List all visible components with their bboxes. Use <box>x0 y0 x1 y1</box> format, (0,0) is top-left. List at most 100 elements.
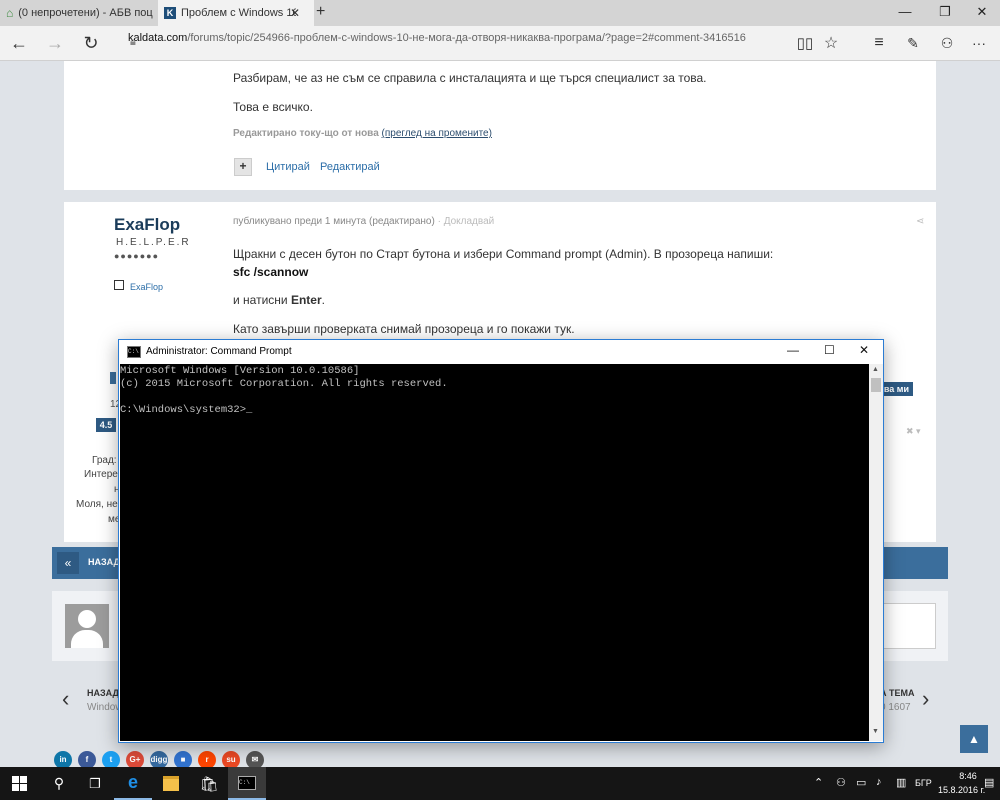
reply-editor[interactable] <box>880 603 936 649</box>
cmd-scrollbar[interactable]: ▲ ▼ <box>869 364 883 741</box>
share-post-icon[interactable]: ⋖ <box>916 216 924 227</box>
cmd-app-icon: C:\ <box>127 346 141 358</box>
browser-tab-bar: ⌂ (0 непрочетени) - АБВ поц K Проблем с … <box>0 0 1000 26</box>
post-text-line: Като завърши проверката снимай прозореца… <box>233 322 575 336</box>
enter-suffix: . <box>321 293 325 307</box>
plus-reaction-button[interactable]: + <box>234 158 252 176</box>
input-language[interactable]: БГР <box>915 778 932 788</box>
people-icon[interactable]: ⚇ <box>836 776 846 789</box>
author-please-note: Моля, не <box>76 499 118 510</box>
cmd-taskbar-icon[interactable]: C:\ <box>228 767 266 800</box>
clock-date[interactable]: 15.8.2016 г. <box>938 785 985 795</box>
linkedin-icon[interactable]: in <box>54 751 72 767</box>
first-page-icon[interactable]: « <box>57 552 79 574</box>
console-line: Microsoft Windows [Version 10.0.10586] <box>120 365 360 377</box>
network-icon[interactable]: ▥ <box>896 776 906 789</box>
store-icon[interactable]: 🛍︎ <box>190 767 228 800</box>
post-text-line: Това е всичко. <box>233 100 313 114</box>
cmd-minimize-icon[interactable]: — <box>787 343 799 357</box>
reading-view-icon[interactable]: ▯▯ <box>792 30 818 56</box>
command-prompt-window[interactable]: C:\ Administrator: Command Prompt — ☐ ✕ … <box>118 339 884 743</box>
next-topic-chevron-icon[interactable]: › <box>922 686 929 712</box>
battery-icon[interactable]: ▭ <box>856 776 866 789</box>
hub-icon[interactable]: ≡ <box>866 30 892 56</box>
console-prompt: C:\Windows\system32>_ <box>120 404 253 416</box>
back-arrow-icon[interactable]: ← <box>6 30 32 56</box>
favorite-star-icon[interactable]: ☆ <box>818 30 844 56</box>
tab-label: (0 непрочетени) - АБВ поц <box>18 7 153 19</box>
prev-topic-label[interactable]: НАЗАД <box>87 688 119 698</box>
post-meta: публикувано преди 1 минута (редактирано)… <box>233 216 494 227</box>
post-text-line: Разбирам, че аз не съм се справила с инс… <box>233 71 707 85</box>
cmd-title: Administrator: Command Prompt <box>146 346 292 357</box>
post-author-name[interactable]: ExaFlop <box>114 215 180 235</box>
scroll-to-top-button[interactable]: ▲ <box>960 725 988 753</box>
tab-abv-mail[interactable]: ⌂ (0 непрочетени) - АБВ поц <box>0 0 158 26</box>
url-path: /forums/topic/254966-проблем-с-windows-1… <box>187 32 746 44</box>
prev-topic-chevron-icon[interactable]: ‹ <box>62 686 69 712</box>
author-city-label: Град: <box>92 455 117 466</box>
task-view-icon[interactable]: ❐ <box>76 767 114 800</box>
cmd-console[interactable]: Microsoft Windows [Version 10.0.10586] (… <box>120 364 869 741</box>
reddit-icon[interactable]: r <box>198 751 216 767</box>
web-note-icon[interactable]: ✎ <box>900 30 926 56</box>
address-bar[interactable]: 🔒︎ kaldata.com/forums/topic/254966-пробл… <box>128 30 778 56</box>
kaldata-favicon-icon: K <box>164 7 176 19</box>
volume-icon[interactable]: ♪ <box>876 776 882 788</box>
quote-button[interactable]: Цитирай <box>266 161 310 173</box>
facebook-icon[interactable]: f <box>78 751 96 767</box>
author-badge <box>110 372 116 384</box>
url-domain: kaldata.com <box>128 32 188 44</box>
cmd-close-icon[interactable]: ✕ <box>859 343 869 357</box>
maximize-icon[interactable]: ❐ <box>935 4 955 20</box>
scroll-down-icon[interactable]: ▼ <box>872 728 879 735</box>
stumbleupon-icon[interactable]: su <box>222 751 240 767</box>
post-time: публикувано преди 1 минута (редактирано) <box>233 216 435 227</box>
cmd-maximize-icon[interactable]: ☐ <box>824 343 835 357</box>
googleplus-icon[interactable]: G+ <box>126 751 144 767</box>
refresh-icon[interactable]: ↻ <box>78 30 104 56</box>
edit-button[interactable]: Редактирай <box>320 161 380 173</box>
more-icon[interactable]: ··· <box>966 30 992 56</box>
tab-label: Проблем с Windows 10 <box>181 7 296 19</box>
pagination-back-label[interactable]: НАЗАД <box>88 557 120 567</box>
edited-note: Редактирано току-що от нова (преглед на … <box>233 128 492 139</box>
start-windows-icon[interactable] <box>0 767 38 800</box>
clock-time[interactable]: 8:46 <box>956 771 980 781</box>
close-tab-icon[interactable]: ✕ <box>290 6 300 20</box>
email-icon[interactable]: ✉ <box>246 751 264 767</box>
cmd-title-bar[interactable]: C:\ Administrator: Command Prompt — ☐ ✕ <box>119 340 883 364</box>
view-changes-link[interactable]: (преглед на промените) <box>382 128 492 139</box>
edited-prefix: Редактирано току-що от нова <box>233 128 379 139</box>
action-center-icon[interactable]: ▤ <box>984 776 994 789</box>
show-hidden-icons-icon[interactable]: ⌃ <box>814 776 823 789</box>
post-text-line: и натисни Enter. <box>233 293 325 307</box>
url-text: kaldata.com/forums/topic/254966-проблем-… <box>128 32 746 44</box>
digg-icon[interactable]: digg <box>150 751 168 767</box>
multiquote-icon[interactable]: ✖ ▾ <box>906 426 921 437</box>
enter-prefix: и натисни <box>233 293 291 307</box>
twitter-icon[interactable]: t <box>102 751 120 767</box>
next-topic-label[interactable]: А ТЕМА <box>880 688 915 698</box>
author-profile-link[interactable]: ExaFlop <box>114 280 163 292</box>
reputation-pips: ●●●●●●● <box>114 251 160 261</box>
browser-nav-bar: ← → ↻ 🔒︎ kaldata.com/forums/topic/254966… <box>0 26 1000 61</box>
forward-arrow-icon[interactable]: → <box>42 30 68 56</box>
share-icon[interactable]: ⚇ <box>934 30 960 56</box>
scroll-thumb[interactable] <box>871 378 881 392</box>
search-icon[interactable]: ⚲ <box>40 767 78 800</box>
new-tab-icon[interactable]: + <box>316 3 325 21</box>
next-topic-title[interactable]: 0 1607 <box>880 702 911 713</box>
previous-post: Разбирам, че аз не съм се справила с инс… <box>64 61 936 190</box>
profile-link-label: ExaFlop <box>130 282 164 292</box>
lock-icon: 🔒︎ <box>130 36 136 48</box>
minimize-icon[interactable]: — <box>895 4 915 19</box>
close-window-icon[interactable]: ✕ <box>972 4 992 20</box>
delicious-icon[interactable]: ■ <box>174 751 192 767</box>
report-link[interactable]: · Докладвай <box>438 216 495 227</box>
edge-browser-icon[interactable]: e <box>114 767 152 800</box>
home-icon: ⌂ <box>6 6 14 20</box>
file-explorer-icon[interactable] <box>152 767 190 800</box>
profile-box-icon <box>114 280 124 290</box>
scroll-up-icon[interactable]: ▲ <box>872 366 879 373</box>
